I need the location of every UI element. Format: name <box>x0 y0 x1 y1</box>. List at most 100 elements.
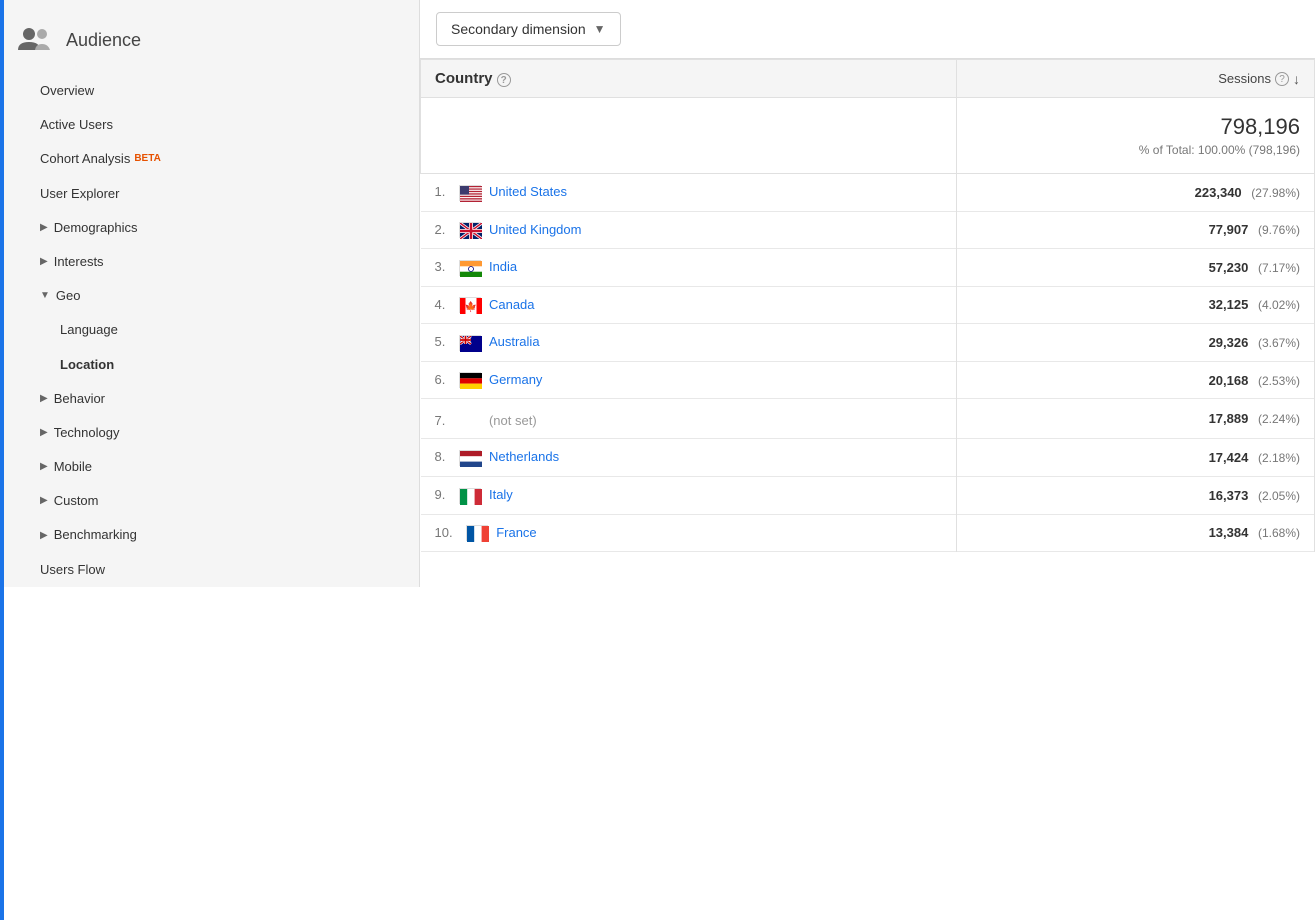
country-link[interactable]: Canada <box>489 297 535 312</box>
custom-label: Custom <box>54 492 99 510</box>
rank-cell: 7. (not set) <box>421 399 957 439</box>
table-row: 3. India 57,230 (7.17%) <box>421 249 1315 287</box>
flag-icon <box>459 185 481 201</box>
country-link[interactable]: United Kingdom <box>489 222 582 237</box>
sessions-value: 17,889 <box>1209 411 1249 426</box>
sidebar-item-behavior[interactable]: ▶ Behavior <box>0 382 419 416</box>
language-label: Language <box>60 321 118 339</box>
technology-label: Technology <box>54 424 120 442</box>
location-label: Location <box>60 356 114 374</box>
flag-icon <box>459 222 481 238</box>
row-number: 5. <box>435 334 456 349</box>
rank-cell: 5. Australia <box>421 324 957 362</box>
sidebar-item-users-flow[interactable]: Users Flow <box>0 553 419 587</box>
sessions-pct: (4.02%) <box>1258 298 1300 312</box>
user-explorer-label: User Explorer <box>40 185 119 203</box>
triangle-icon: ▶ <box>40 221 48 235</box>
flag-icon <box>466 525 488 541</box>
demographics-label: Demographics <box>54 219 138 237</box>
sort-arrow-icon[interactable]: ↓ <box>1293 71 1300 87</box>
table-row: 7. (not set) 17,889 (2.24%) <box>421 399 1315 439</box>
sidebar-item-benchmarking[interactable]: ▶ Benchmarking <box>0 518 419 552</box>
sidebar-header: Audience <box>0 10 419 74</box>
country-link[interactable]: Italy <box>489 487 513 502</box>
row-number: 2. <box>435 222 456 237</box>
svg-text:🍁: 🍁 <box>465 300 477 313</box>
users-flow-label: Users Flow <box>40 561 105 579</box>
sidebar-item-language[interactable]: Language <box>0 313 419 347</box>
sessions-cell: 77,907 (9.76%) <box>957 211 1315 249</box>
sidebar-title: Audience <box>66 30 141 51</box>
geo-label: Geo <box>56 287 81 305</box>
sessions-cell: 29,326 (3.67%) <box>957 324 1315 362</box>
sessions-label: Sessions <box>1218 71 1271 86</box>
beta-badge: BETA <box>134 152 160 166</box>
rank-cell: 3. India <box>421 249 957 287</box>
data-table-container: Country ? Sessions ? ↓ <box>420 59 1315 920</box>
total-sessions-cell: 798,196 % of Total: 100.00% (798,196) <box>957 98 1315 174</box>
row-number: 6. <box>435 372 456 387</box>
triangle-icon: ▶ <box>40 460 48 474</box>
behavior-label: Behavior <box>54 390 105 408</box>
sidebar-item-location[interactable]: Location <box>0 348 419 382</box>
sidebar-item-interests[interactable]: ▶ Interests <box>0 245 419 279</box>
benchmarking-label: Benchmarking <box>54 526 137 544</box>
overview-label: Overview <box>40 82 94 100</box>
sessions-value: 32,125 <box>1209 297 1249 312</box>
sessions-cell: 57,230 (7.17%) <box>957 249 1315 287</box>
country-link[interactable]: India <box>489 259 517 274</box>
table-row: 8. Netherlands 17,424 (2.18%) <box>421 439 1315 477</box>
row-number: 10. <box>435 525 463 540</box>
sidebar-item-geo[interactable]: ▼ Geo <box>0 279 419 313</box>
table-row: 6. Germany 20,168 (2.53%) <box>421 361 1315 399</box>
chevron-down-icon: ▼ <box>594 22 606 36</box>
sessions-value: 223,340 <box>1195 185 1242 200</box>
triangle-icon: ▶ <box>40 494 48 508</box>
sessions-cell: 223,340 (27.98%) <box>957 174 1315 212</box>
cohort-analysis-label: Cohort Analysis <box>40 150 130 168</box>
sessions-pct: (27.98%) <box>1251 186 1300 200</box>
sidebar-item-technology[interactable]: ▶ Technology <box>0 416 419 450</box>
triangle-icon: ▼ <box>40 289 50 303</box>
country-label: Country <box>435 70 493 87</box>
rank-cell: 2. United Kingdom <box>421 211 957 249</box>
sidebar-item-cohort-analysis[interactable]: Cohort Analysis BETA <box>0 142 419 176</box>
sidebar-item-active-users[interactable]: Active Users <box>0 108 419 142</box>
sessions-pct: (2.18%) <box>1258 451 1300 465</box>
flag-icon: 🍁 <box>459 297 481 313</box>
audience-icon <box>16 22 52 58</box>
row-number: 1. <box>435 184 456 199</box>
sidebar-item-overview[interactable]: Overview <box>0 74 419 108</box>
row-number: 9. <box>435 487 456 502</box>
flag-icon <box>459 450 481 466</box>
flag-icon <box>459 372 481 388</box>
country-link[interactable]: Netherlands <box>489 449 559 464</box>
country-link[interactable]: Germany <box>489 372 542 387</box>
flag-icon <box>459 335 481 351</box>
secondary-dimension-button[interactable]: Secondary dimension ▼ <box>436 12 621 46</box>
toolbar: Secondary dimension ▼ <box>420 0 1315 59</box>
country-link[interactable]: United States <box>489 184 567 199</box>
active-users-label: Active Users <box>40 116 113 134</box>
sessions-value: 16,373 <box>1209 488 1249 503</box>
sessions-pct: (7.17%) <box>1258 261 1300 275</box>
flag-icon <box>459 260 481 276</box>
sessions-cell: 13,384 (1.68%) <box>957 514 1315 552</box>
sidebar-item-demographics[interactable]: ▶ Demographics <box>0 211 419 245</box>
rank-cell: 1. United States <box>421 174 957 212</box>
country-help-icon[interactable]: ? <box>497 73 511 87</box>
rank-cell: 4. 🍁Canada <box>421 286 957 324</box>
row-number: 3. <box>435 259 456 274</box>
flag-icon <box>459 488 481 504</box>
sidebar-item-custom[interactable]: ▶ Custom <box>0 484 419 518</box>
sessions-help-icon[interactable]: ? <box>1275 72 1289 86</box>
country-column-header: Country ? <box>421 60 957 98</box>
sessions-cell: 32,125 (4.02%) <box>957 286 1315 324</box>
mobile-label: Mobile <box>54 458 92 476</box>
country-link[interactable]: France <box>496 525 536 540</box>
sidebar-item-user-explorer[interactable]: User Explorer <box>0 177 419 211</box>
country-link[interactable]: Australia <box>489 334 540 349</box>
sessions-value: 20,168 <box>1209 373 1249 388</box>
sidebar-item-mobile[interactable]: ▶ Mobile <box>0 450 419 484</box>
total-pct-label: % of Total: 100.00% (798,196) <box>971 143 1300 157</box>
